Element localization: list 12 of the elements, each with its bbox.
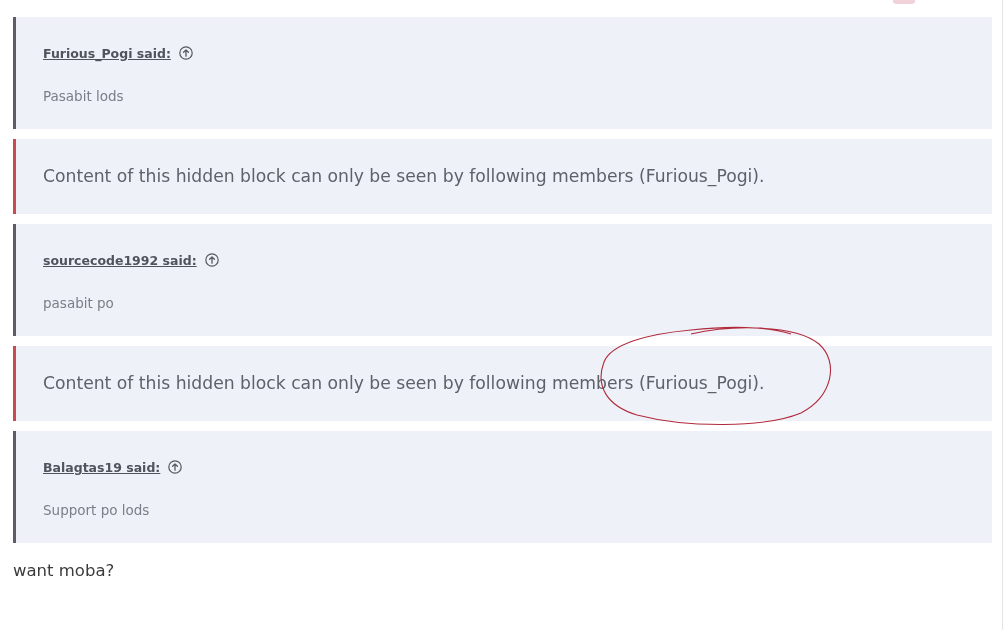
arrow-up-circle-icon[interactable] [204, 253, 219, 267]
post-message: want moba? [13, 560, 116, 582]
quote-author-link[interactable]: sourcecode1992 said: [43, 252, 197, 268]
quote-text: Support po lods [43, 501, 151, 520]
quote-text: pasabit po [43, 294, 115, 313]
quote-text: Pasabit lods [43, 87, 125, 106]
hidden-content-text: Content of this hidden block can only be seen by following members (Furious_Pogi). [43, 166, 765, 186]
quote-author-link[interactable]: Furious_Pogi said: [43, 45, 171, 61]
arrow-up-circle-icon[interactable] [178, 46, 193, 60]
quote-author-link[interactable]: Balagtas19 said: [43, 459, 161, 475]
arrow-up-circle-icon[interactable] [168, 460, 183, 474]
clipped-badge [893, 0, 915, 4]
